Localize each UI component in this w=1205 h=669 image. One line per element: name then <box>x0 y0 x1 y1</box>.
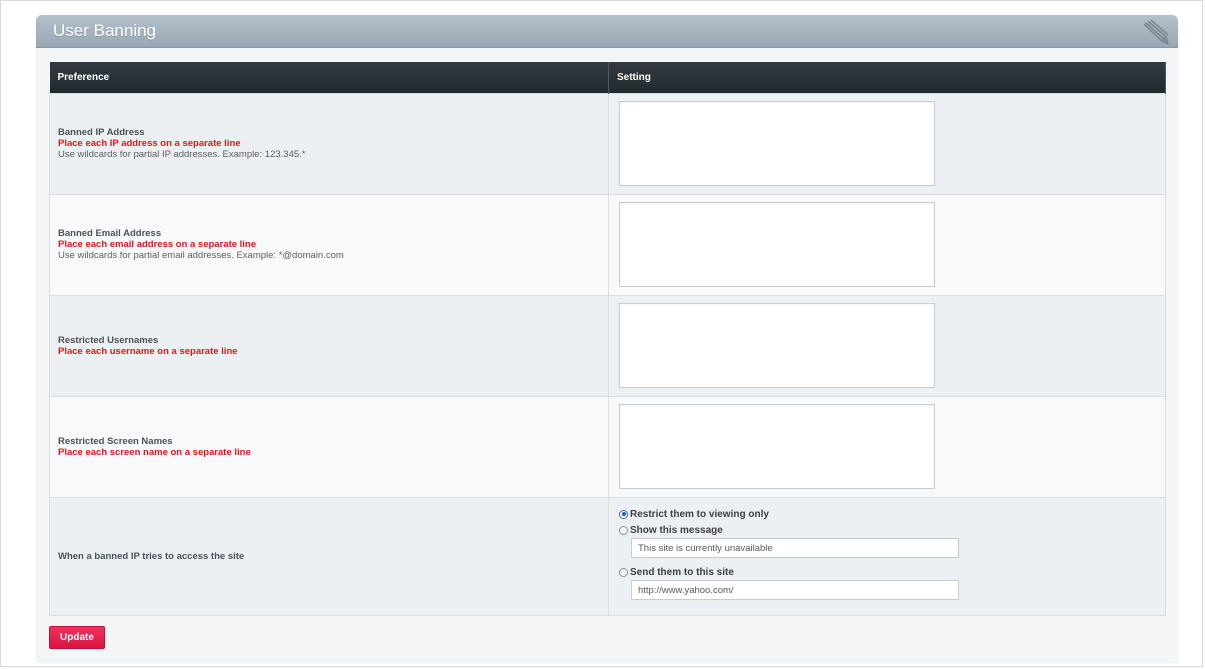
message-radio[interactable] <box>619 525 628 535</box>
message-radio-label[interactable]: Show this message <box>630 525 723 536</box>
table-row: Restricted Screen Names Place each scree… <box>49 395 1166 498</box>
restricted-screen-names-note: Place each screen name on a separate lin… <box>58 446 251 458</box>
preference-label-cell: When a banned IP tries to access the sit… <box>49 496 609 616</box>
radio-option-message[interactable]: Show this message <box>619 522 1165 538</box>
setting-cell <box>608 92 1166 195</box>
restricted-screen-names-textarea[interactable] <box>619 404 935 489</box>
banned-email-note: Place each email address on a separate l… <box>58 239 257 250</box>
column-header-preference: Preference <box>49 62 609 93</box>
redirect-radio[interactable] <box>619 567 628 577</box>
table-row: Restricted Usernames Place each username… <box>49 294 1166 397</box>
restricted-usernames-note: Place each username on a separate line <box>58 345 238 357</box>
restrict-radio-label[interactable]: Restrict them to viewing only <box>630 509 769 520</box>
preference-label-cell: Restricted Screen Names Place each scree… <box>49 395 609 498</box>
preference-label-cell: Restricted Usernames Place each username… <box>49 294 609 397</box>
column-header-setting: Setting <box>608 62 1166 93</box>
table-row: Banned IP Address Place each IP address … <box>49 92 1166 195</box>
setting-cell: Restrict them to viewing only Show this … <box>608 496 1166 616</box>
radio-option-redirect[interactable]: Send them to this site <box>619 564 1165 580</box>
preferences-table: Preference Setting Banned IP Address Pla… <box>49 62 1166 616</box>
restricted-usernames-title: Restricted Usernames <box>58 334 159 346</box>
restricted-screen-names-title: Restricted Screen Names <box>58 435 173 447</box>
banned-email-title: Banned Email Address <box>58 228 162 239</box>
radio-option-restrict[interactable]: Restrict them to viewing only <box>619 506 1165 522</box>
panel-header: User Banning <box>36 15 1178 48</box>
preference-label-cell: Banned Email Address Place each email ad… <box>49 193 609 296</box>
panel-title: User Banning <box>53 21 157 40</box>
redirect-radio-label[interactable]: Send them to this site <box>630 567 734 578</box>
redirect-url-input[interactable] <box>631 580 959 600</box>
banned-ip-help: Use wildcards for partial IP addresses. … <box>58 149 306 160</box>
message-input[interactable] <box>631 538 959 558</box>
banned-ip-title: Banned IP Address <box>58 127 145 138</box>
user-banning-panel: User Banning Preference Setting Banned I… <box>36 15 1178 663</box>
table-row: Banned Email Address Place each email ad… <box>49 193 1166 296</box>
restrict-radio[interactable] <box>619 509 628 519</box>
banned-ip-textarea[interactable] <box>619 101 935 186</box>
setting-cell <box>608 395 1166 498</box>
pencil-icon <box>1144 19 1169 45</box>
banned-action-title: When a banned IP tries to access the sit… <box>58 550 245 562</box>
update-button[interactable]: Update <box>49 626 105 649</box>
table-header-row: Preference Setting <box>49 62 1166 93</box>
setting-cell <box>608 193 1166 296</box>
restricted-usernames-textarea[interactable] <box>619 303 935 388</box>
banned-email-help: Use wildcards for partial email addresse… <box>58 250 344 261</box>
setting-cell <box>608 294 1166 397</box>
preference-label-cell: Banned IP Address Place each IP address … <box>49 92 609 195</box>
banned-ip-note: Place each IP address on a separate line <box>58 138 241 149</box>
banned-action-radio-group: Restrict them to viewing only Show this … <box>619 506 1165 600</box>
banned-email-textarea[interactable] <box>619 202 935 287</box>
table-row: When a banned IP tries to access the sit… <box>49 496 1166 616</box>
